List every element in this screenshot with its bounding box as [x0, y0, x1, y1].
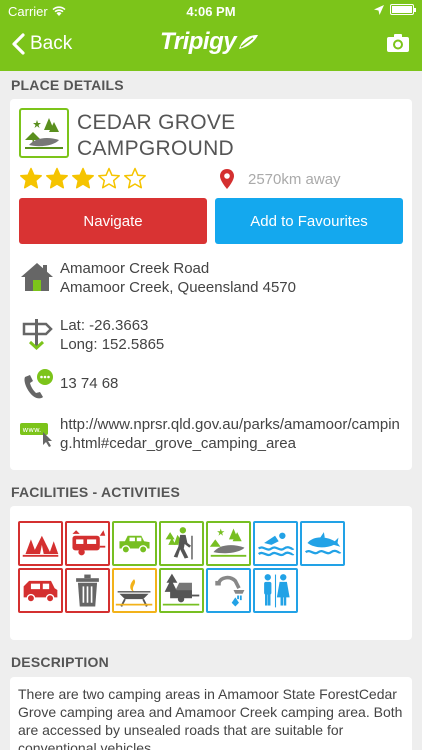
tent-camping-icon[interactable] [18, 521, 63, 566]
location-arrow-icon [374, 4, 384, 15]
navigate-button[interactable]: Navigate [19, 198, 207, 244]
shower-tap-icon[interactable] [206, 568, 251, 613]
back-button[interactable]: Back [10, 30, 72, 58]
rating-stars [19, 167, 147, 191]
phone-chat-icon [24, 369, 53, 399]
facilities-card [10, 506, 412, 640]
back-label: Back [30, 33, 73, 54]
facilities-heading: FACILITIES - ACTIVITIES [11, 484, 180, 500]
camera-icon[interactable] [386, 33, 410, 53]
star-filled-icon [46, 167, 68, 189]
toilets-icon[interactable] [253, 568, 298, 613]
distance-info: 2570km away [220, 169, 341, 189]
star-filled-icon [20, 167, 42, 189]
description-text: There are two camping areas in Amamoor S… [18, 686, 403, 750]
add-to-favourites-button[interactable]: Add to Favourites [215, 198, 403, 244]
latitude: Lat: -26.3663 [60, 317, 149, 334]
house-icon [21, 263, 53, 291]
coordinates-row: Lat: -26.3663 Long: 152.5865 [19, 316, 403, 354]
lake-scenery-icon[interactable] [206, 521, 251, 566]
distance-label: 2570km away [248, 170, 341, 188]
website-icon: www. [20, 423, 52, 447]
star-empty-icon [98, 167, 120, 189]
app-logo: Tripigy [160, 26, 260, 58]
battery-icon [390, 4, 416, 15]
logo-text: Tripigy [160, 28, 237, 55]
website-row[interactable]: www. http://www.nprsr.qld.gov.au/parks/a… [19, 415, 403, 453]
address-line-2: Amamoor Creek, Queensland 4570 [60, 279, 296, 296]
4wd-vehicle-icon[interactable] [112, 521, 157, 566]
map-pin-icon [220, 169, 234, 189]
star-empty-icon [124, 167, 146, 189]
address-line-1: Amamoor Creek Road [60, 260, 210, 277]
website-link[interactable]: http://www.nprsr.qld.gov.au/parks/amamoo… [60, 415, 403, 453]
phone-number[interactable]: 13 74 68 [60, 367, 118, 393]
status-bar: Carrier 4:06 PM [0, 0, 422, 22]
caravan-icon[interactable] [65, 521, 110, 566]
campervan-icon[interactable] [18, 568, 63, 613]
swimming-icon[interactable] [253, 521, 298, 566]
star-filled-icon [72, 167, 94, 189]
logo-leaf-icon [239, 35, 259, 49]
status-time: 4:06 PM [186, 4, 236, 19]
chevron-left-icon [12, 33, 25, 55]
place-name: CEDAR GROVE CAMPGROUND [77, 111, 236, 160]
description-heading: DESCRIPTION [11, 654, 109, 670]
fire-barbecue-icon[interactable] [112, 568, 157, 613]
svg-text:www.: www. [23, 426, 42, 434]
camper-trailer-icon[interactable] [159, 568, 204, 613]
longitude: Long: 152.5865 [60, 336, 165, 353]
signpost-icon [22, 319, 53, 351]
address-row: Amamoor Creek Road Amamoor Creek, Queens… [19, 259, 403, 297]
place-details-heading: PLACE DETAILS [11, 77, 124, 93]
campground-icon [19, 108, 69, 158]
description-card: There are two camping areas in Amamoor S… [10, 677, 412, 750]
phone-row[interactable]: 13 74 68 [19, 367, 403, 403]
place-details-card: CEDAR GROVE CAMPGROUND 2570km away Navig… [10, 99, 412, 470]
rubbish-bin-icon[interactable] [65, 568, 110, 613]
bushwalking-icon[interactable] [159, 521, 204, 566]
navigation-bar: Carrier 4:06 PM Back Tripigy [0, 0, 422, 71]
dolphin-wildlife-icon[interactable] [300, 521, 345, 566]
